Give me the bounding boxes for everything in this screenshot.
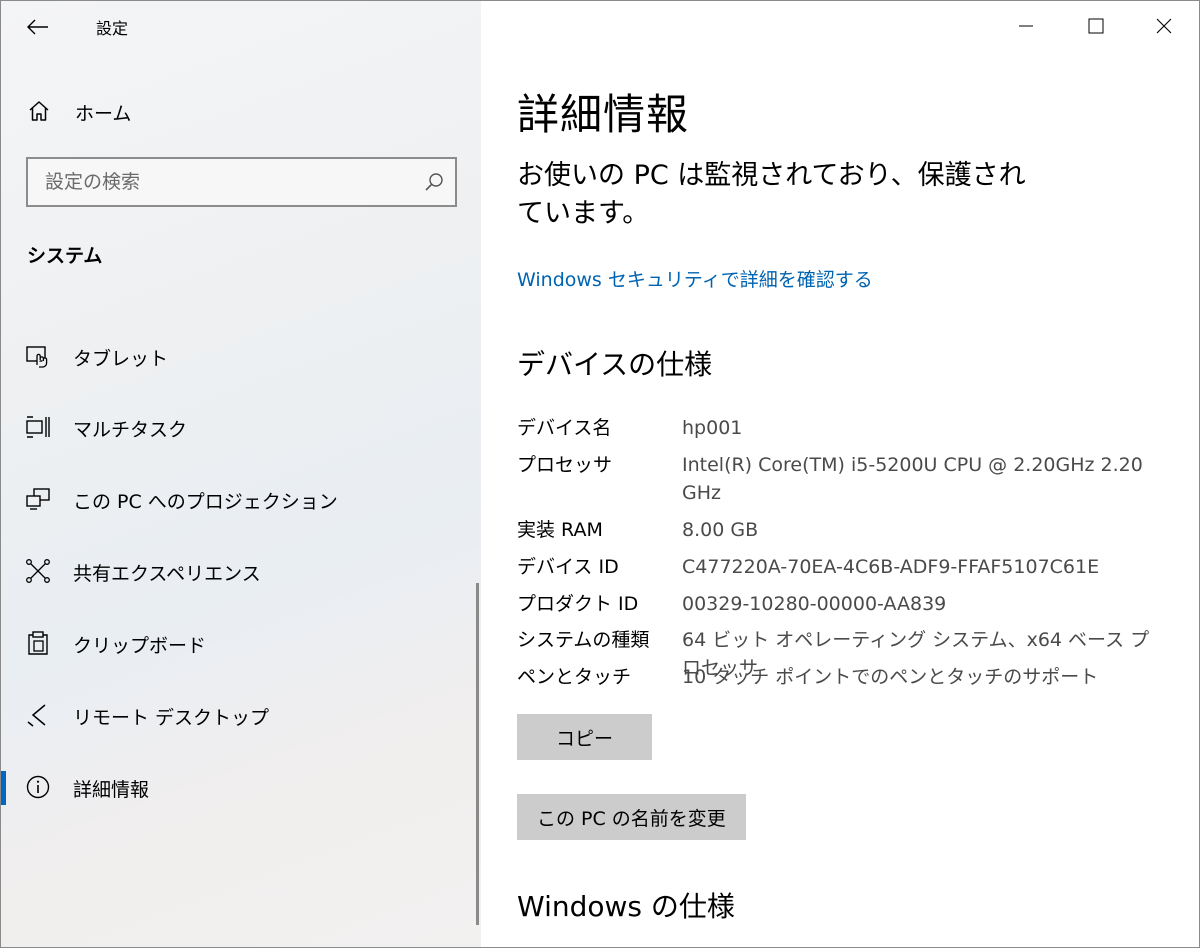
back-button[interactable]	[23, 12, 53, 42]
maximize-button[interactable]	[1073, 1, 1119, 51]
remote-desktop-icon	[27, 704, 46, 727]
spec-value: Intel(R) Core(TM) i5-5200U CPU @ 2.20GHz…	[682, 454, 1143, 504]
sidebar-item-label: 詳細情報	[73, 779, 150, 801]
home-label: ホーム	[75, 103, 132, 125]
sidebar-item-tablet[interactable]: タブレット	[1, 328, 477, 384]
tablet-icon	[26, 346, 48, 368]
shared-experiences-icon	[26, 559, 50, 583]
sidebar-item-about[interactable]: 詳細情報	[1, 759, 477, 815]
sidebar-item-remote-desktop[interactable]: リモート デスクトップ	[1, 687, 477, 743]
home-nav-item[interactable]: ホーム	[1, 89, 481, 133]
spec-key: デバイス ID	[517, 556, 619, 578]
sidebar-item-clipboard[interactable]: クリップボード	[1, 615, 477, 671]
multitasking-icon	[26, 416, 50, 438]
spec-value: 00329-10280-00000-AA839	[682, 593, 947, 615]
maximize-icon	[1088, 18, 1104, 34]
spec-key: ペンとタッチ	[517, 666, 632, 688]
spec-key: プロセッサ	[517, 454, 613, 476]
projection-icon	[26, 488, 50, 510]
app-title: 設定	[96, 19, 129, 38]
windows-security-link[interactable]: Windows セキュリティで詳細を確認する	[517, 265, 873, 292]
device-specs-heading: デバイスの仕様	[517, 348, 713, 381]
sidebar-item-label: 共有エクスペリエンス	[73, 563, 261, 585]
spec-key: プロダクト ID	[517, 593, 639, 615]
section-title-system: システム	[27, 245, 103, 267]
title-bar: 設定	[1, 1, 481, 51]
sidebar-item-label: この PC へのプロジェクション	[73, 491, 338, 513]
home-icon	[29, 101, 49, 121]
close-icon	[1156, 18, 1172, 34]
minimize-icon	[1019, 25, 1033, 27]
info-icon	[26, 775, 50, 799]
back-arrow-icon	[27, 19, 48, 35]
sidebar-item-label: クリップボード	[73, 635, 207, 657]
protection-status-text: お使いの PC は監視されており、保護されています。	[517, 160, 1026, 229]
spec-key: システムの種類	[517, 629, 650, 651]
clipboard-icon	[28, 631, 48, 655]
spec-value: C477220A-70EA-4C6B-ADF9-FFAF5107C61E	[682, 556, 1100, 578]
rename-pc-button[interactable]: この PC の名前を変更	[517, 794, 746, 840]
settings-window: 設定 ホーム システム タブレット	[0, 0, 1200, 948]
main-content: 詳細情報 お使いの PC は監視されており、保護されています。 Windows …	[481, 1, 1199, 947]
copy-button[interactable]: コピー	[517, 714, 652, 760]
sidebar-item-shared-experiences[interactable]: 共有エクスペリエンス	[1, 543, 477, 599]
sidebar-item-projection[interactable]: この PC へのプロジェクション	[1, 471, 477, 527]
sidebar: 設定 ホーム システム タブレット	[1, 1, 481, 947]
spec-value: hp001	[682, 417, 743, 439]
sidebar-scrollbar[interactable]	[476, 583, 479, 925]
page-title: 詳細情報	[517, 90, 690, 139]
spec-key: 実装 RAM	[517, 519, 603, 541]
spec-key: デバイス名	[517, 417, 612, 439]
spec-value: 8.00 GB	[682, 519, 759, 541]
settings-search-box[interactable]	[26, 157, 457, 207]
search-input[interactable]	[28, 159, 425, 205]
sidebar-item-label: リモート デスクトップ	[73, 707, 270, 729]
active-indicator	[1, 771, 6, 805]
sidebar-item-label: タブレット	[73, 348, 169, 370]
minimize-button[interactable]	[1003, 1, 1049, 51]
search-icon[interactable]	[423, 171, 445, 193]
close-button[interactable]	[1141, 1, 1187, 51]
spec-value: 10 タッチ ポイントでのペンとタッチのサポート	[682, 666, 1099, 688]
sidebar-item-label: マルチタスク	[73, 419, 188, 441]
windows-specs-heading: Windows の仕様	[517, 890, 735, 923]
sidebar-item-multitasking[interactable]: マルチタスク	[1, 399, 477, 455]
